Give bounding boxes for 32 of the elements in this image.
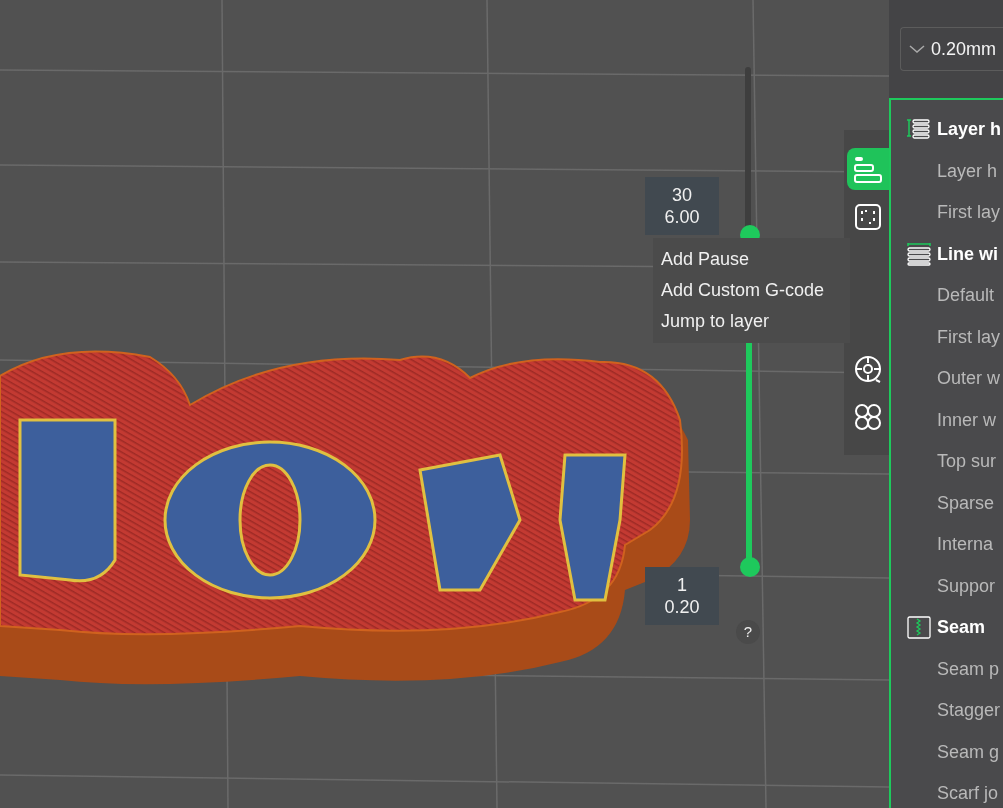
layer-label: 30 6.00 <box>645 177 719 235</box>
menu-item[interactable]: Add Pause <box>653 244 850 275</box>
seam-icon <box>907 616 931 640</box>
setting-label: Layer h <box>937 159 998 183</box>
chevron-down-icon <box>909 44 925 54</box>
setting-label: Seam p <box>937 657 1000 681</box>
setting-label: Stagger <box>937 699 1001 723</box>
setting-label: First lay <box>937 325 1000 349</box>
setting-label: Seam g <box>937 740 1000 764</box>
setting-label: Scarf jo <box>937 782 999 806</box>
slider-handle[interactable] <box>740 557 760 577</box>
line-width-icon <box>907 242 931 266</box>
target-icon <box>852 353 884 385</box>
menu-item[interactable]: Add Custom G-code <box>653 275 850 306</box>
setting-label: Outer w <box>937 367 1001 391</box>
layer-label: 1 0.20 <box>645 567 719 625</box>
setting-label: Top sur <box>937 450 997 474</box>
setting-label: First lay <box>937 201 1000 225</box>
dashed-square-icon <box>852 201 884 233</box>
section-title: Layer h <box>937 118 1002 142</box>
menu-item[interactable]: Jump to layer <box>653 306 850 337</box>
setting-label: Interna <box>937 533 994 557</box>
setting-label: Inner w <box>937 408 997 432</box>
setting-label: Suppor <box>937 574 996 598</box>
clover-icon <box>852 401 884 433</box>
setting-label: Default <box>937 284 995 308</box>
help-button[interactable]: ? <box>736 620 760 644</box>
section-title: Line wi <box>937 242 998 266</box>
setting-label: Sparse <box>937 491 995 515</box>
layer-height-icon <box>907 118 931 142</box>
section-title: Seam <box>937 616 986 640</box>
preset-dropdown[interactable]: 0.20mm <box>900 27 1003 71</box>
